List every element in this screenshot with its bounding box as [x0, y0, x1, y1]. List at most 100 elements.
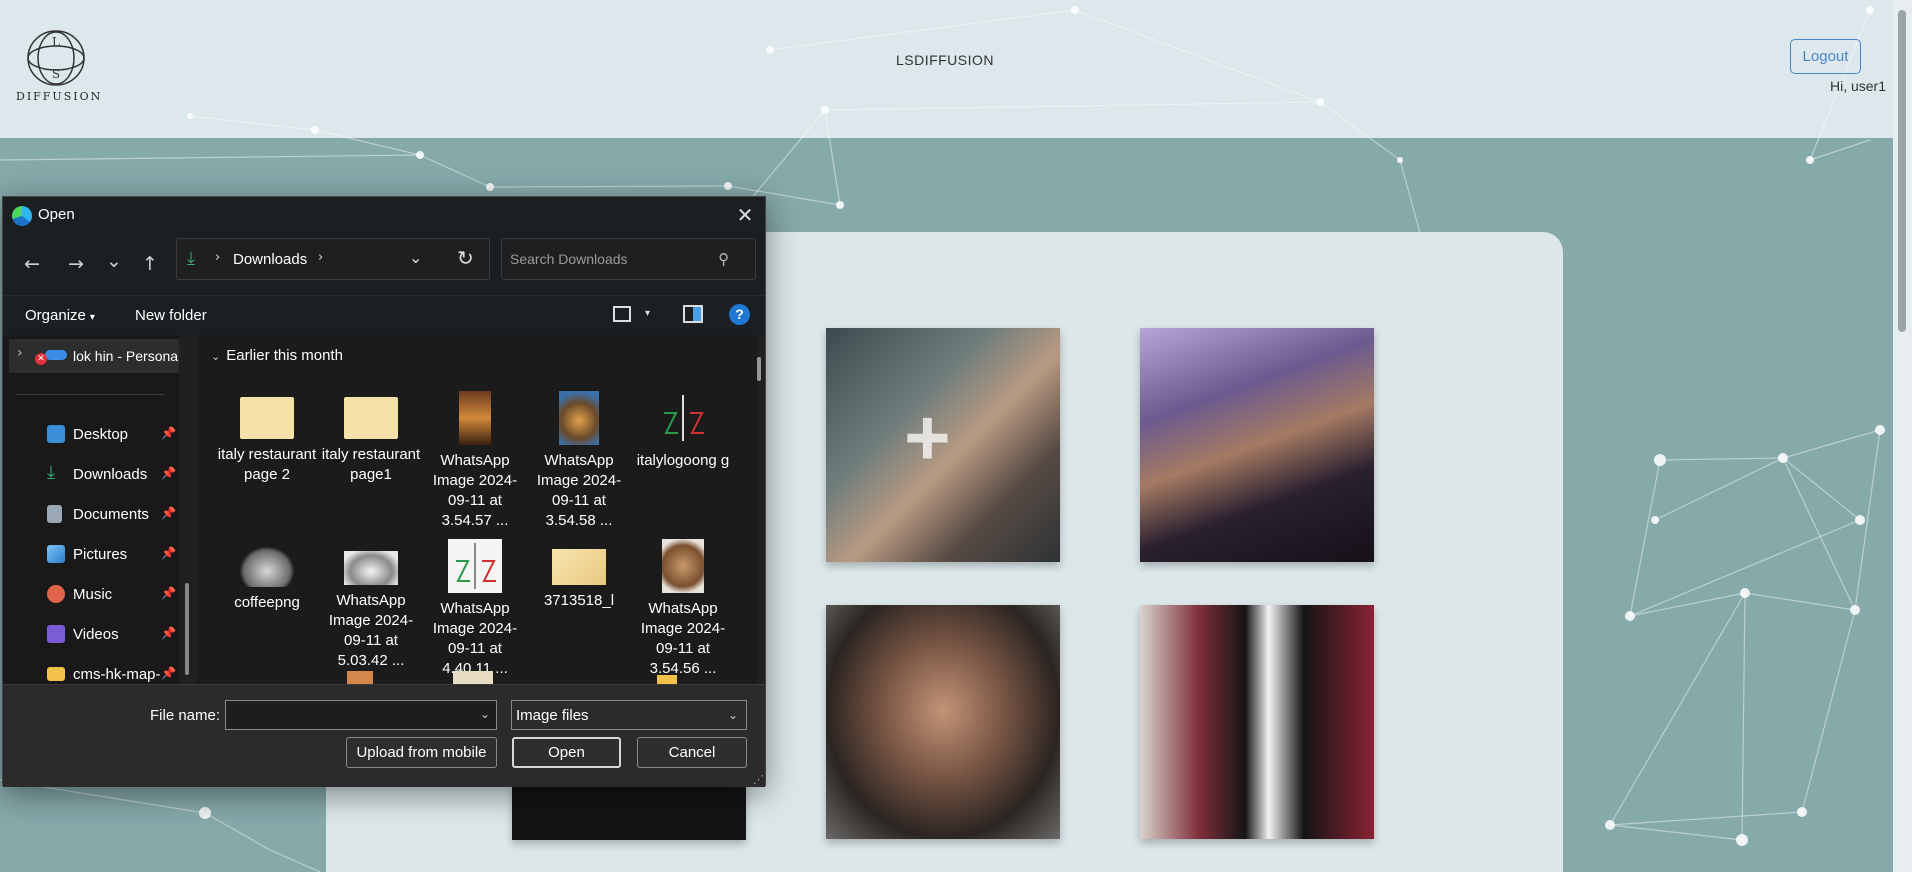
partial-file-thumbnail[interactable] [657, 675, 677, 684]
address-bar[interactable]: ⤓ › Downloads › ⌄ ↻ [176, 238, 490, 280]
file-item[interactable]: WhatsApp Image 2024-09-11 at 4.40.11 ... [425, 539, 525, 679]
logout-button[interactable]: Logout [1790, 39, 1861, 74]
file-item[interactable]: WhatsApp Image 2024-09-11 at 5.03.42 ... [321, 539, 421, 671]
dialog-footer: File name: ⌄ Image files ⌄ Upload from m… [3, 684, 765, 787]
command-bar: Organize ▾ New folder ▾ ? [3, 295, 765, 335]
file-name: italy restaurant page1 [321, 446, 421, 483]
site-logo[interactable]: L S DIFFUSION [16, 28, 100, 108]
sidebar-item-pictures[interactable]: Pictures 📌 [3, 539, 179, 571]
sidebar-item-documents[interactable]: Documents 📌 [3, 499, 179, 531]
preview-pane-icon[interactable] [683, 305, 703, 323]
file-name-label: File name: [150, 707, 221, 724]
file-item[interactable]: WhatsApp Image 2024-09-11 at 3.54.58 ... [529, 391, 629, 531]
file-item[interactable]: italy restaurant page 2 [217, 391, 317, 485]
file-name-input[interactable] [225, 700, 497, 730]
organize-menu[interactable]: Organize ▾ [25, 307, 95, 324]
desktop-icon [47, 425, 65, 443]
download-icon: ⤓ [47, 462, 55, 483]
dialog-title: Open [38, 206, 75, 223]
up-folder-button[interactable]: ↑ [135, 249, 165, 279]
site-title: LSDIFFUSION [895, 52, 995, 68]
menu-file-thumbnail [240, 397, 294, 439]
file-item[interactable]: 3713518_l [529, 539, 629, 611]
new-folder-button[interactable]: New folder [135, 307, 207, 324]
pictures-icon [47, 545, 65, 563]
gallery-photo[interactable] [826, 605, 1060, 839]
recent-locations-button[interactable]: ⌄ [99, 246, 129, 276]
italy-logo-icon [664, 395, 704, 441]
forward-button[interactable]: → [61, 249, 91, 279]
pin-icon: 📌 [161, 466, 176, 480]
refresh-icon[interactable]: ↻ [457, 246, 474, 270]
upload-from-mobile-button[interactable]: Upload from mobile [346, 737, 497, 768]
onedrive-cloud-icon [45, 350, 67, 360]
logo-file-thumbnail [656, 391, 710, 445]
help-icon[interactable]: ? [729, 304, 750, 325]
cancel-button[interactable]: Cancel [637, 737, 747, 768]
file-name: italylogoong g [636, 452, 730, 469]
chevron-down-icon: ⌄ [727, 708, 738, 722]
sidebar-item-label: Desktop [73, 426, 129, 443]
navigation-scrollbar[interactable] [185, 583, 189, 675]
search-icon[interactable]: ⚲ [718, 250, 729, 268]
italy-logo-icon [456, 543, 496, 589]
dialog-titlebar[interactable]: Open ✕ [3, 197, 765, 233]
group-label: Earlier this month [226, 347, 343, 364]
breadcrumb-downloads[interactable]: Downloads [233, 251, 307, 268]
file-item[interactable]: WhatsApp Image 2024-09-11 at 3.54.56 ... [633, 539, 733, 679]
file-item[interactable]: coffeepng [217, 539, 317, 613]
sidebar-item-label: Downloads [73, 466, 148, 483]
logo-letter-l: L [52, 35, 60, 49]
sync-error-icon: ✕ [35, 353, 47, 365]
file-type-select[interactable]: Image files ⌄ [511, 700, 747, 730]
file-name: WhatsApp Image 2024-09-11 at 3.54.56 ... [640, 600, 726, 677]
gallery-photo[interactable] [512, 784, 746, 840]
edge-browser-icon [12, 206, 32, 226]
back-button[interactable]: ← [17, 249, 47, 279]
change-view-icon[interactable] [613, 306, 631, 322]
breadcrumb-separator[interactable]: › [318, 250, 323, 265]
open-button[interactable]: Open [512, 737, 621, 768]
sidebar-item-cms-hk-map[interactable]: cms-hk-map- 📌 [3, 659, 179, 684]
file-type-value: Image files [516, 707, 589, 724]
close-dialog-button[interactable]: ✕ [731, 202, 759, 228]
collapse-chevron-icon: ⌄ [211, 350, 221, 363]
sidebar-item-onedrive[interactable]: › ✕ lok hin - Persona [9, 339, 179, 373]
file-item[interactable]: WhatsApp Image 2024-09-11 at 3.54.57 ... [425, 391, 525, 531]
group-header[interactable]: ⌄ Earlier this month [211, 347, 349, 364]
file-item[interactable]: italylogoong g [633, 391, 733, 471]
sidebar-item-downloads[interactable]: ⤓ Downloads 📌 [3, 459, 179, 491]
partial-file-thumbnail[interactable] [347, 671, 373, 684]
file-name: WhatsApp Image 2024-09-11 at 5.03.42 ... [328, 592, 414, 669]
logo-file-thumbnail [448, 539, 502, 593]
sidebar-item-videos[interactable]: Videos 📌 [3, 619, 179, 651]
sidebar-item-music[interactable]: Music 📌 [3, 579, 179, 611]
page-scroll-thumb[interactable] [1898, 10, 1906, 332]
pin-icon: 📌 [161, 586, 176, 600]
gallery-photo[interactable]: + [826, 328, 1060, 562]
document-icon [47, 505, 62, 523]
photo-file-thumbnail [344, 551, 398, 585]
dialog-navbar: ← → ⌄ ↑ ⤓ › Downloads › ⌄ ↻ ⚲ [3, 233, 765, 295]
upload-plus-icon[interactable]: + [904, 398, 951, 478]
music-icon [47, 585, 65, 603]
sidebar-item-label: cms-hk-map- [73, 666, 161, 683]
address-history-dropdown[interactable]: ⌄ [409, 248, 422, 267]
file-list-pane: ⌄ Earlier this month italy restaurant pag… [197, 335, 757, 684]
file-list-scrollbar[interactable] [757, 357, 761, 381]
view-options-caret-icon[interactable]: ▾ [645, 308, 650, 319]
resize-grip-icon[interactable]: ⋰ [753, 773, 764, 786]
videos-icon [47, 625, 65, 643]
partial-file-thumbnail[interactable] [453, 671, 493, 684]
paper-file-thumbnail [552, 549, 606, 585]
page-scrollbar[interactable] [1893, 0, 1912, 872]
logo-emblem-icon: L S [27, 30, 85, 86]
photo-file-thumbnail [559, 391, 599, 445]
gallery-photo[interactable] [1140, 328, 1374, 562]
file-name-dropdown-icon[interactable]: ⌄ [480, 707, 490, 721]
sidebar-divider [15, 394, 165, 395]
expand-chevron-icon[interactable]: › [17, 345, 23, 361]
sidebar-item-desktop[interactable]: Desktop 📌 [3, 419, 179, 451]
file-item[interactable]: italy restaurant page1 [321, 391, 421, 485]
gallery-photo[interactable] [1140, 605, 1374, 839]
